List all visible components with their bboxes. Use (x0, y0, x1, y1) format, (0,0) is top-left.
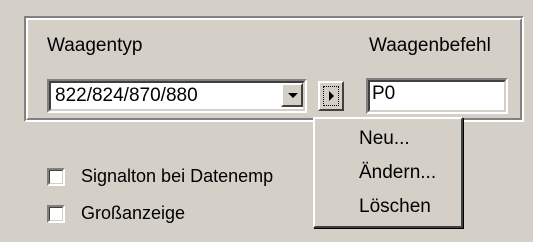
dropdown-button[interactable] (281, 83, 303, 107)
beep-checkbox-label: Signalton bei Datenemp (81, 166, 274, 186)
menu-item-edit[interactable]: Ändern... (359, 162, 436, 184)
scale-type-label: Waagentyp (47, 35, 143, 56)
menu-arrow-button[interactable] (318, 81, 344, 111)
scale-command-label: Waagenbefehl (369, 35, 491, 56)
beep-checkbox[interactable] (47, 167, 65, 186)
scale-type-select[interactable]: 822/824/870/880 (47, 79, 307, 113)
scale-command-value: P0 (372, 83, 396, 104)
chevron-right-icon (329, 91, 334, 101)
large-display-checkbox-label: Großanzeige (81, 203, 186, 223)
scale-command-input[interactable]: P0 (366, 78, 508, 114)
scale-type-value: 822/824/870/880 (55, 85, 198, 106)
menu-item-new[interactable]: Neu... (359, 128, 410, 150)
large-display-option[interactable]: Großanzeige (47, 203, 185, 224)
menu-item-delete[interactable]: Löschen (359, 196, 431, 218)
beep-option[interactable]: Signalton bei Datenemp (47, 166, 273, 187)
large-display-checkbox[interactable] (47, 204, 65, 223)
context-menu: Neu... Ändern... Löschen (313, 117, 463, 228)
chevron-down-icon (288, 93, 298, 98)
